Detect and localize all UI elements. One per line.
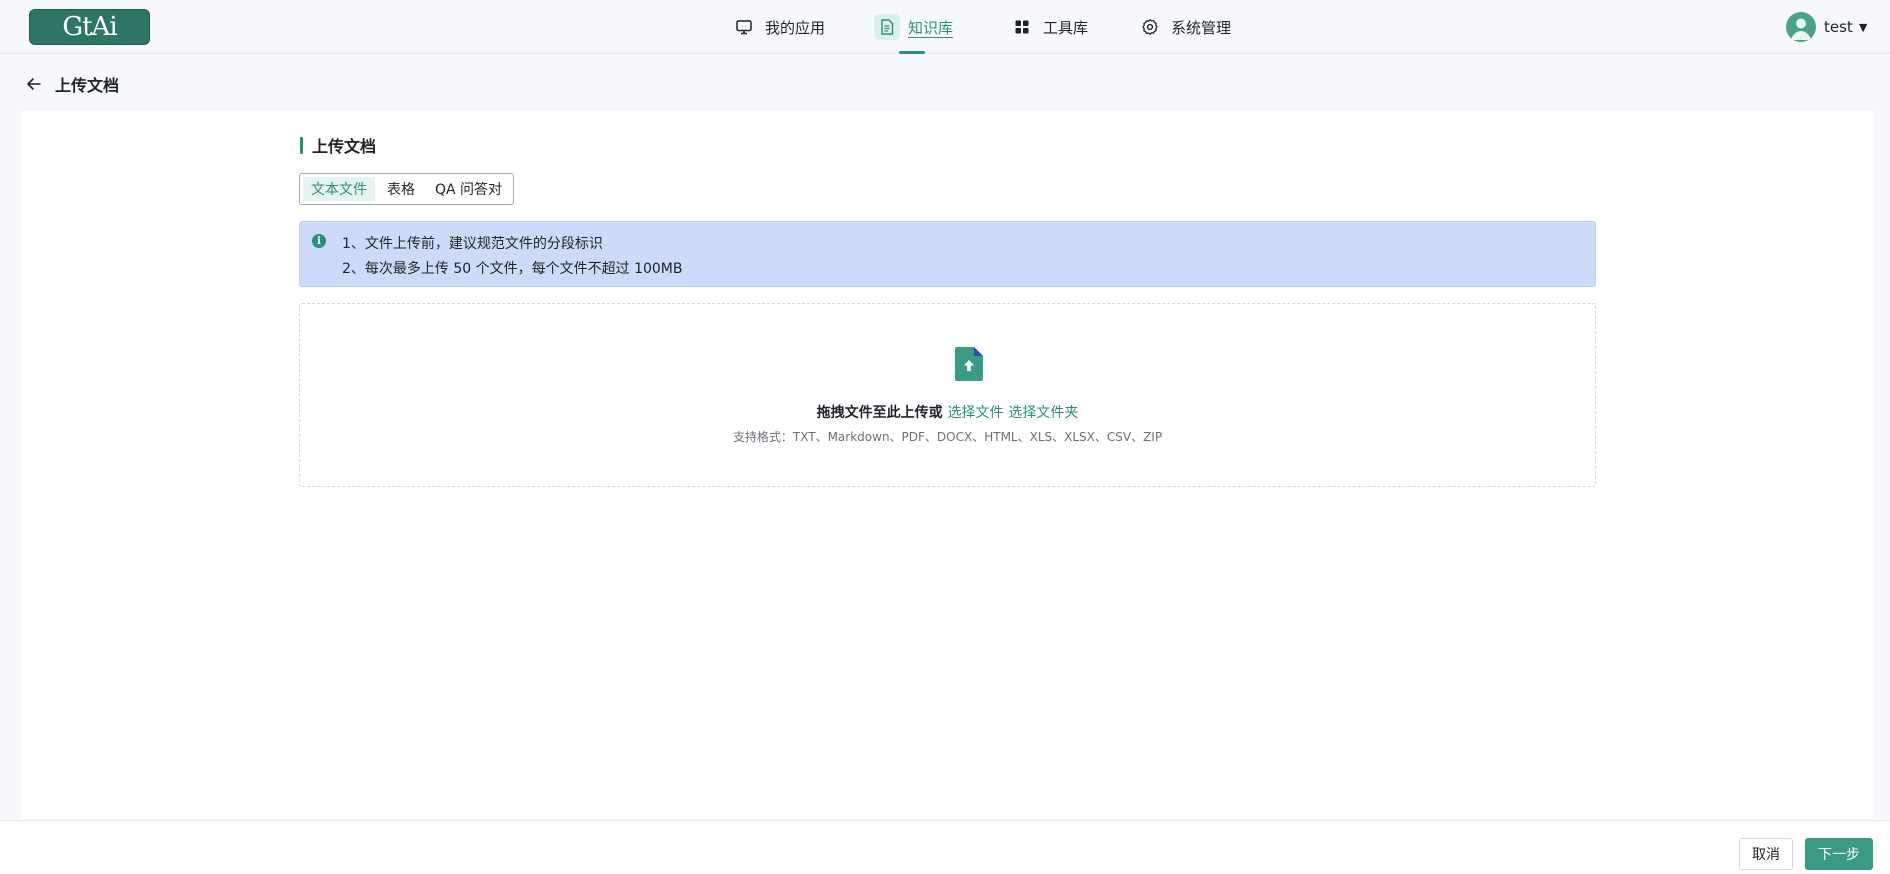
drag-prompt: 拖拽文件至此上传或 — [816, 405, 943, 421]
notice-line-2: 2、每次最多上传 50 个文件，每个文件不超过 100MB — [342, 261, 683, 277]
nav-item-system-settings[interactable]: 系统管理 — [1137, 12, 1231, 42]
file-upload-icon — [955, 347, 983, 381]
active-nav-indicator — [899, 51, 925, 54]
upload-card: 上传文档 文本文件 表格 QA 问答对 i 1、文件上传前，建议规范文件的分段标… — [21, 111, 1873, 819]
nav-label: 系统管理 — [1171, 18, 1232, 37]
nav-item-knowledge-base[interactable]: 知识库 — [874, 12, 953, 42]
nav-label: 我的应用 — [765, 18, 826, 37]
cancel-button[interactable]: 取消 — [1739, 838, 1793, 870]
section-title-text: 上传文档 — [312, 137, 377, 156]
grid-icon — [1009, 14, 1035, 40]
document-icon — [874, 14, 900, 40]
user-name: test — [1824, 18, 1853, 36]
nav-item-my-apps[interactable]: 我的应用 — [731, 12, 825, 42]
dropzone-text: 拖拽文件至此上传或 选择文件 选择文件夹 — [300, 402, 1595, 422]
upload-notice: i 1、文件上传前，建议规范文件的分段标识 2、每次最多上传 50 个文件，每个… — [299, 221, 1596, 287]
gear-icon — [1137, 14, 1163, 40]
file-dropzone[interactable]: 拖拽文件至此上传或 选择文件 选择文件夹 支持格式：TXT、Markdown、P… — [299, 303, 1596, 487]
title-accent-bar — [300, 136, 303, 154]
file-type-tabs: 文本文件 表格 QA 问答对 — [299, 173, 515, 205]
monitor-icon — [731, 14, 757, 40]
user-menu[interactable]: test ▼ — [1786, 12, 1867, 42]
notice-line-1: 1、文件上传前，建议规范文件的分段标识 — [342, 236, 603, 252]
arrow-left-icon[interactable] — [25, 74, 45, 94]
next-step-button[interactable]: 下一步 — [1805, 838, 1873, 870]
nav-item-tools[interactable]: 工具库 — [1009, 12, 1088, 42]
section-title: 上传文档 — [300, 135, 377, 156]
footer-bar: 取消 下一步 — [0, 820, 1890, 874]
top-header: GtAi 我的应用 知识库 工具库 系统管理 test ▼ — [0, 0, 1890, 54]
select-folder-link[interactable]: 选择文件夹 — [1008, 405, 1078, 421]
tab-table[interactable]: 表格 — [379, 177, 423, 201]
page-title: 上传文档 — [55, 76, 120, 95]
info-icon: i — [312, 234, 326, 248]
select-file-link[interactable]: 选择文件 — [948, 405, 1004, 421]
caret-down-icon: ▼ — [1858, 20, 1868, 34]
nav-label: 工具库 — [1043, 18, 1089, 37]
supported-formats: 支持格式：TXT、Markdown、PDF、DOCX、HTML、XLS、XLSX… — [732, 430, 1163, 444]
page-header: 上传文档 — [25, 72, 119, 96]
tab-qa-pairs[interactable]: QA 问答对 — [427, 177, 510, 201]
nav-label: 知识库 — [908, 18, 954, 37]
user-avatar-icon — [1786, 12, 1816, 42]
tab-text-file[interactable]: 文本文件 — [303, 177, 375, 201]
main-nav: 我的应用 知识库 工具库 系统管理 — [0, 0, 1890, 54]
